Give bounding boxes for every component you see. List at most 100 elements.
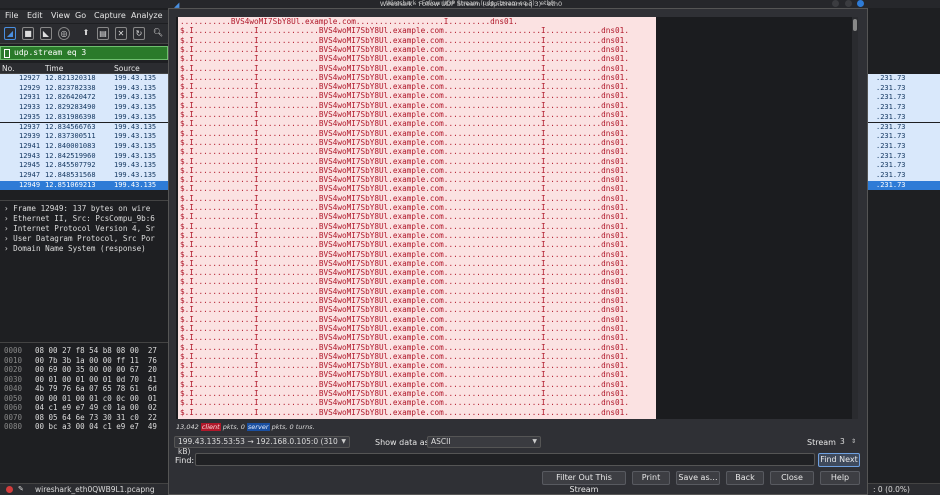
help-button[interactable]: Help xyxy=(820,471,860,485)
close-file-icon[interactable]: ✕ xyxy=(115,27,127,40)
menu-edit[interactable]: Edit xyxy=(27,11,43,20)
col-time[interactable]: Time xyxy=(45,64,63,73)
stream-line: $.I.............I.............BVS4woMI7S… xyxy=(180,147,629,157)
detail-frame[interactable]: › Frame 12949: 137 bytes on wire xyxy=(4,204,150,213)
table-row-destination[interactable]: .231.73 xyxy=(868,74,940,84)
cell-time: 12.851069213 xyxy=(45,180,96,189)
table-row[interactable]: 12949 12.851069213 199.43.135 xyxy=(0,180,168,191)
stream-line: $.I.............I.............BVS4woMI7S… xyxy=(180,361,629,371)
open-file-icon[interactable]: ⬆ xyxy=(80,27,92,40)
search-icon[interactable]: 🔍︎ xyxy=(152,27,164,40)
status-displayed: : 0 (0.0%) xyxy=(873,485,910,494)
show-data-label: Show data as xyxy=(375,438,429,447)
options-gear-icon[interactable]: ◎ xyxy=(58,27,70,40)
stream-line: $.I.............I.............BVS4woMI7S… xyxy=(180,286,629,296)
table-row-destination[interactable]: .231.73 xyxy=(868,171,940,181)
menu-analyze[interactable]: Analyze xyxy=(131,11,163,20)
stepper-icon[interactable]: ⇕ xyxy=(851,437,856,447)
col-source[interactable]: Source xyxy=(114,64,140,73)
stop-icon[interactable]: ■ xyxy=(22,27,34,40)
reload-icon[interactable]: ↻ xyxy=(133,27,145,40)
table-row-destination[interactable]: .231.73 xyxy=(868,141,940,152)
print-button[interactable]: Print xyxy=(632,471,670,485)
close-button[interactable]: Close xyxy=(770,471,814,485)
stream-line: $.I.............I.............BVS4woMI7S… xyxy=(180,212,629,222)
stream-line: $.I.............I.............BVS4woMI7S… xyxy=(180,379,629,389)
menu-capture[interactable]: Capture xyxy=(94,11,126,20)
table-row[interactable]: 12935 12.831986398 199.43.135 xyxy=(0,112,168,123)
find-input[interactable] xyxy=(195,453,815,466)
maximize-button[interactable] xyxy=(845,0,852,7)
stream-spinbox[interactable]: 3 ⇕ xyxy=(836,436,860,448)
detail-ipv4[interactable]: › Internet Protocol Version 4, Sr xyxy=(4,224,155,233)
table-row[interactable]: 12939 12.837300511 199.43.135 xyxy=(0,132,168,142)
hex-bytes: 4b 79 76 6a 07 65 78 61 6d xyxy=(35,384,157,393)
detail-dns[interactable]: › Domain Name System (response) xyxy=(4,244,146,253)
client-data-area: ...........BVS4woMI7SbY8Ul.example.com..… xyxy=(178,17,656,419)
show-data-value: ASCII xyxy=(431,437,451,446)
hex-row: 0000 08 00 27 f8 54 b8 08 00 27 xyxy=(4,346,157,355)
restart-icon[interactable]: ◣ xyxy=(40,27,52,40)
table-row-destination[interactable]: .231.73 xyxy=(868,93,940,104)
find-next-button[interactable]: Find Next xyxy=(818,453,860,467)
save-as-button[interactable]: Save as… xyxy=(676,471,720,485)
menu-view[interactable]: View xyxy=(51,11,70,20)
table-row-destination[interactable]: .231.73 xyxy=(868,112,940,123)
table-row[interactable]: 12929 12.823782338 199.43.135 xyxy=(0,83,168,94)
shark-fin-icon[interactable]: ◢ xyxy=(4,27,16,40)
edit-comment-icon[interactable]: ✎ xyxy=(18,485,24,493)
minimize-button[interactable] xyxy=(832,0,839,7)
table-row[interactable]: 12931 12.826420472 199.43.135 xyxy=(0,93,168,104)
hex-offset: 0050 xyxy=(4,393,23,403)
cell-source: 199.43.135 xyxy=(114,171,157,179)
table-row-destination[interactable]: .231.73 xyxy=(868,132,940,142)
scroll-thumb[interactable] xyxy=(853,19,857,31)
cell-no: 12947 xyxy=(19,171,41,179)
stream-content[interactable]: ...........BVS4woMI7SbY8Ul.example.com..… xyxy=(176,17,856,419)
status-file: wireshark_eth0QWB9L1.pcapng xyxy=(35,485,155,494)
menu-go[interactable]: Go xyxy=(75,11,86,20)
menu-file[interactable]: File xyxy=(5,11,18,20)
save-file-icon[interactable]: ▤ xyxy=(97,27,109,40)
col-no[interactable]: No. xyxy=(2,64,14,73)
cell-time: 12.821320318 xyxy=(45,74,96,82)
table-row-destination[interactable]: .231.73 xyxy=(868,151,940,162)
filter-input[interactable]: udp.stream eq 3 xyxy=(14,48,86,57)
conversation-select[interactable]: 199.43.135.53:53 → 192.168.0.105:0 (310 … xyxy=(174,436,350,456)
cell-time: 12.842519960 xyxy=(45,151,96,160)
hex-row: 0070 08 05 64 6e 73 30 31 c0 22 xyxy=(4,413,157,422)
table-row[interactable]: 12927 12.821320318 199.43.135 xyxy=(0,74,168,84)
detail-udp[interactable]: › User Datagram Protocol, Src Por xyxy=(4,234,155,243)
table-row-destination[interactable]: .231.73 xyxy=(868,83,940,94)
filter-out-button[interactable]: Filter Out This Stream xyxy=(542,471,626,494)
table-row[interactable]: 12947 12.848531568 199.43.135 xyxy=(0,171,168,181)
stream-line: $.I.............I.............BVS4woMI7S… xyxy=(180,258,629,268)
table-row-destination[interactable]: .231.73 xyxy=(868,161,940,171)
table-row[interactable]: 12943 12.842519960 199.43.135 xyxy=(0,151,168,162)
stream-line: $.I.............I.............BVS4woMI7S… xyxy=(180,110,629,119)
table-row-destination[interactable]: .231.73 xyxy=(868,122,940,133)
table-row[interactable]: 12941 12.840001083 199.43.135 xyxy=(0,141,168,152)
packet-details-pane: › Frame 12949: 137 bytes on wire › Ether… xyxy=(0,200,168,340)
stream-line: $.I.............I.............BVS4woMI7S… xyxy=(180,184,629,194)
back-button[interactable]: Back xyxy=(726,471,764,485)
detail-ethernet[interactable]: › Ethernet II, Src: PcsCompu_9b:6 xyxy=(4,214,155,223)
table-row-destination[interactable]: .231.73 xyxy=(868,180,940,191)
close-window-button[interactable] xyxy=(857,0,864,7)
stream-line: $.I.............I.............BVS4woMI7S… xyxy=(180,249,629,259)
stream-line: $.I.............I.............BVS4woMI7S… xyxy=(180,44,629,54)
stream-line: $.I.............I.............BVS4woMI7S… xyxy=(180,351,629,361)
table-row[interactable]: 12945 12.845507792 199.43.135 xyxy=(0,161,168,171)
stream-scrollbar[interactable] xyxy=(852,17,858,419)
stream-line: $.I.............I.............BVS4woMI7S… xyxy=(180,221,629,231)
cell-no: 12937 xyxy=(19,122,41,131)
table-row-destination[interactable]: .231.73 xyxy=(868,103,940,113)
table-row[interactable]: 12937 12.834566763 199.43.135 xyxy=(0,122,168,133)
table-row[interactable]: 12933 12.829283490 199.43.135 xyxy=(0,103,168,113)
show-data-select[interactable]: ASCII ▼ xyxy=(427,436,541,448)
hex-bytes: 08 05 64 6e 73 30 31 c0 22 xyxy=(35,412,157,422)
cell-no: 12927 xyxy=(19,74,41,82)
bookmark-icon[interactable] xyxy=(4,49,10,58)
stream-line: $.I.............I.............BVS4woMI7S… xyxy=(180,175,629,185)
display-filter-bar[interactable]: udp.stream eq 3 xyxy=(0,46,168,60)
